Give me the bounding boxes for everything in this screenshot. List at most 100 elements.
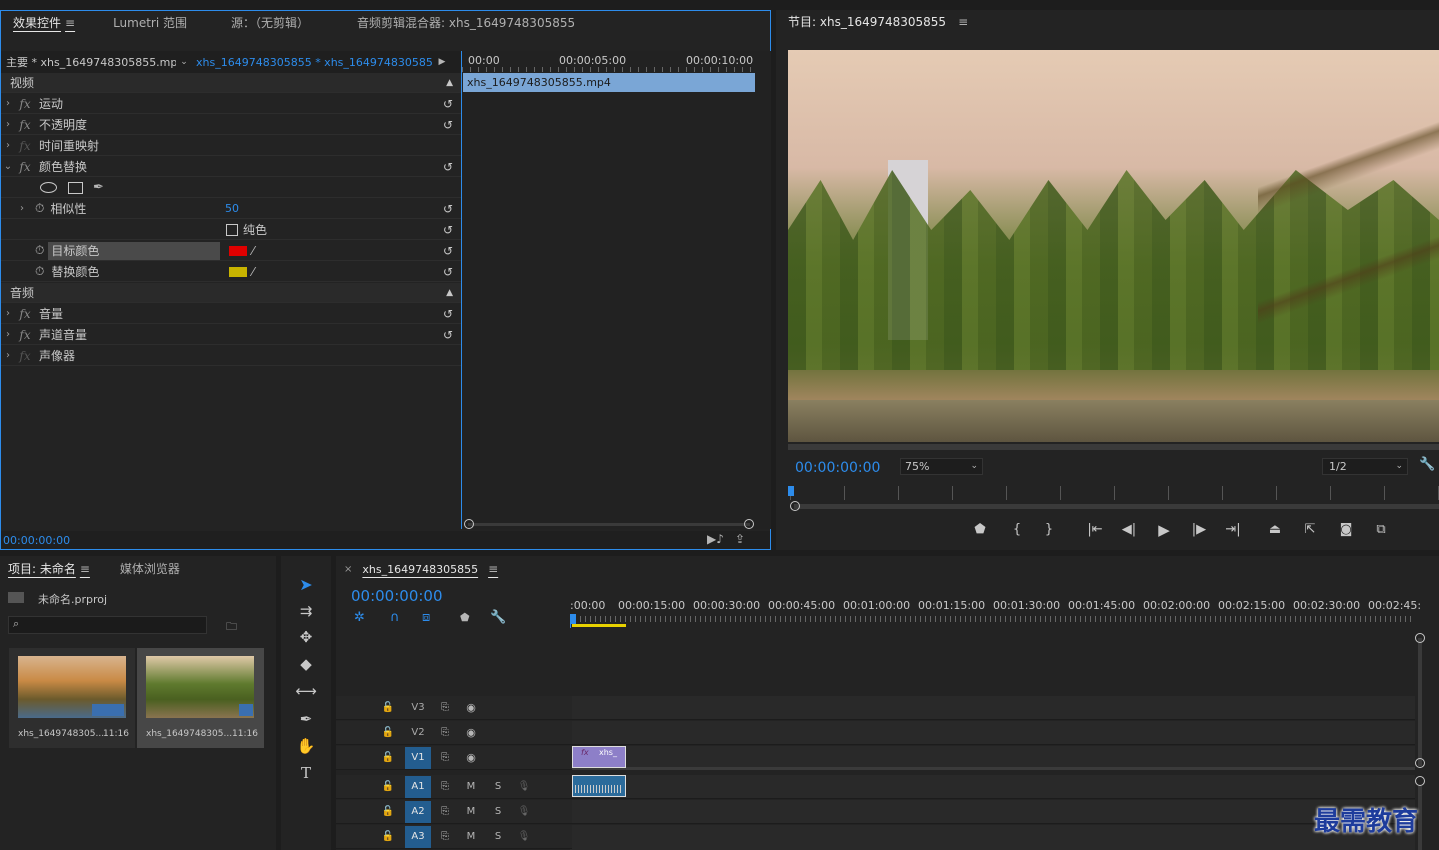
effect-row-channel-volume[interactable]: › fx 声道音量 ↺	[1, 325, 461, 345]
play-icon[interactable]: ▶	[1153, 521, 1175, 539]
solo-button[interactable]: S	[491, 806, 505, 817]
export-frame-icon[interactable]: ⇪	[735, 532, 745, 546]
stopwatch-icon[interactable]: ⏱	[35, 264, 44, 279]
slip-tool-icon[interactable]: ⟷	[281, 678, 331, 704]
program-timecode[interactable]: 00:00:00:00	[795, 460, 880, 476]
play-audio-only-icon[interactable]: ▶♪	[707, 532, 724, 546]
reset-icon[interactable]: ↺	[443, 328, 453, 342]
fx-icon[interactable]: fx	[15, 118, 35, 132]
scroll-handle[interactable]	[1415, 758, 1425, 768]
close-sequence-icon[interactable]: ×	[344, 564, 352, 575]
camera-icon[interactable]: ◙	[1335, 522, 1357, 537]
effect-timecode[interactable]: 00:00:00:00	[3, 534, 70, 547]
reset-icon[interactable]: ↺	[443, 223, 453, 237]
mute-button[interactable]: M	[464, 781, 478, 792]
track-lane-a2[interactable]	[570, 800, 1415, 824]
sync-lock-icon[interactable]: ⎘	[438, 781, 452, 792]
solo-button[interactable]: S	[491, 781, 505, 792]
chevron-right-icon[interactable]: ›	[15, 203, 29, 214]
timeline-playhead-marker[interactable]	[570, 614, 576, 624]
add-marker-icon[interactable]: ⬟	[460, 611, 470, 624]
reset-icon[interactable]: ↺	[443, 160, 453, 174]
selection-tool-icon[interactable]: ➤	[281, 571, 331, 597]
fx-icon[interactable]: fx	[15, 97, 35, 111]
effect-row-time-remap[interactable]: › fx 时间重映射	[1, 136, 461, 156]
find-bin-icon[interactable]: 🗀	[226, 618, 237, 637]
tab-media-browser[interactable]: 媒体浏览器	[108, 560, 192, 577]
timeline-settings-wrench-icon[interactable]: 🔧	[490, 610, 506, 625]
lock-icon[interactable]: 🔓	[381, 781, 395, 792]
eye-icon[interactable]: ◉	[464, 726, 478, 739]
linked-selection-icon[interactable]: ⧈	[422, 610, 430, 625]
tab-source[interactable]: 源：（无剪辑）	[219, 14, 321, 31]
program-playhead[interactable]	[788, 486, 794, 496]
effect-row-opacity[interactable]: › fx 不透明度 ↺	[1, 115, 461, 135]
sync-lock-icon[interactable]: ⎘	[438, 752, 452, 763]
video-clip[interactable]: fx xhs_	[572, 746, 626, 768]
program-monitor-title[interactable]: 节目: xhs_1649748305855 ≡	[776, 13, 980, 30]
razor-tool-icon[interactable]: ◆	[281, 651, 331, 677]
effect-row-color-replace[interactable]: ⌄ fx 颜色替换 ↺	[1, 157, 461, 177]
go-to-out-icon[interactable]: ⇥|	[1222, 522, 1244, 537]
type-tool-icon[interactable]: T	[281, 760, 331, 786]
track-target-a2[interactable]: A2	[405, 800, 431, 823]
reset-icon[interactable]: ↺	[443, 244, 453, 258]
mute-button[interactable]: M	[464, 806, 478, 817]
fx-icon[interactable]: fx	[15, 349, 35, 363]
extract-icon[interactable]: ⇱	[1299, 522, 1321, 537]
chevron-right-icon[interactable]: ›	[1, 119, 15, 130]
hand-tool-icon[interactable]: ✋	[281, 733, 331, 759]
reset-icon[interactable]: ↺	[443, 97, 453, 111]
zoom-bar-handle[interactable]	[790, 501, 800, 511]
track-select-tool-icon[interactable]: ⇉	[281, 598, 331, 624]
fx-icon[interactable]: fx	[15, 328, 35, 342]
chevron-down-icon[interactable]: ⌄	[176, 57, 192, 67]
collapse-up-icon[interactable]: ▲	[446, 78, 453, 88]
eyedropper-icon[interactable]: ⁄	[252, 265, 254, 279]
snap-magnet-icon[interactable]: ∩	[390, 610, 400, 625]
chevron-right-icon[interactable]: ›	[1, 140, 15, 151]
sync-lock-icon[interactable]: ⎘	[438, 831, 452, 842]
effect-row-motion[interactable]: › fx 运动 ↺	[1, 94, 461, 114]
effect-clip-bar[interactable]: xhs_1649748305855.mp4	[463, 73, 755, 92]
solo-button[interactable]: S	[491, 831, 505, 842]
microphone-icon[interactable]: 🎙	[517, 831, 531, 842]
play-triangle-icon[interactable]: ▶	[432, 57, 452, 67]
sync-lock-icon[interactable]: ⎘	[438, 702, 452, 713]
pen-tool-icon[interactable]: ✒	[281, 706, 331, 732]
track-lane-a1[interactable]	[570, 775, 1415, 799]
fx-icon[interactable]: fx	[15, 139, 35, 153]
audio-vertical-scrollbar[interactable]	[1418, 786, 1422, 850]
fx-icon[interactable]: fx	[15, 307, 35, 321]
mute-button[interactable]: M	[464, 831, 478, 842]
panel-menu-icon[interactable]: ≡	[488, 562, 498, 576]
lock-icon[interactable]: 🔓	[381, 752, 395, 763]
track-lane-a3[interactable]	[570, 825, 1415, 850]
track-lane-v1[interactable]	[570, 746, 1415, 770]
step-back-icon[interactable]: ◀|	[1118, 522, 1140, 537]
resolution-select[interactable]: 1/2 ⌄	[1322, 458, 1408, 475]
eyedropper-icon[interactable]: ⁄	[252, 244, 254, 258]
ellipse-mask-icon[interactable]	[40, 182, 57, 193]
audio-clip[interactable]	[572, 775, 626, 797]
nest-toggle-icon[interactable]: ✲	[354, 610, 365, 625]
program-video-frame[interactable]	[788, 50, 1439, 442]
microphone-icon[interactable]: 🎙	[517, 806, 531, 817]
rectangle-mask-icon[interactable]	[68, 181, 83, 194]
solid-color-checkbox[interactable]	[226, 223, 238, 236]
track-target-v3[interactable]: V3	[405, 697, 431, 719]
chevron-down-icon[interactable]: ⌄	[1, 161, 15, 172]
effect-scroll-track[interactable]	[468, 523, 750, 526]
ripple-edit-tool-icon[interactable]: ✥	[281, 624, 331, 650]
tab-project[interactable]: 项目: 未命名 ≡	[0, 560, 102, 577]
lock-icon[interactable]: 🔓	[381, 806, 395, 817]
timeline-timecode[interactable]: 00:00:00:00	[351, 587, 443, 605]
target-color-swatch[interactable]	[229, 245, 247, 256]
timeline-ruler[interactable]: :00:00 00:00:15:00 00:00:30:00 00:00:45:…	[570, 596, 1421, 628]
reset-icon[interactable]: ↺	[443, 265, 453, 279]
chevron-right-icon[interactable]: ›	[1, 308, 15, 319]
video-vertical-scrollbar[interactable]	[1418, 638, 1422, 766]
track-target-a3[interactable]: A3	[405, 825, 431, 848]
reset-icon[interactable]: ↺	[443, 202, 453, 216]
lift-icon[interactable]: ⏏	[1264, 522, 1286, 537]
